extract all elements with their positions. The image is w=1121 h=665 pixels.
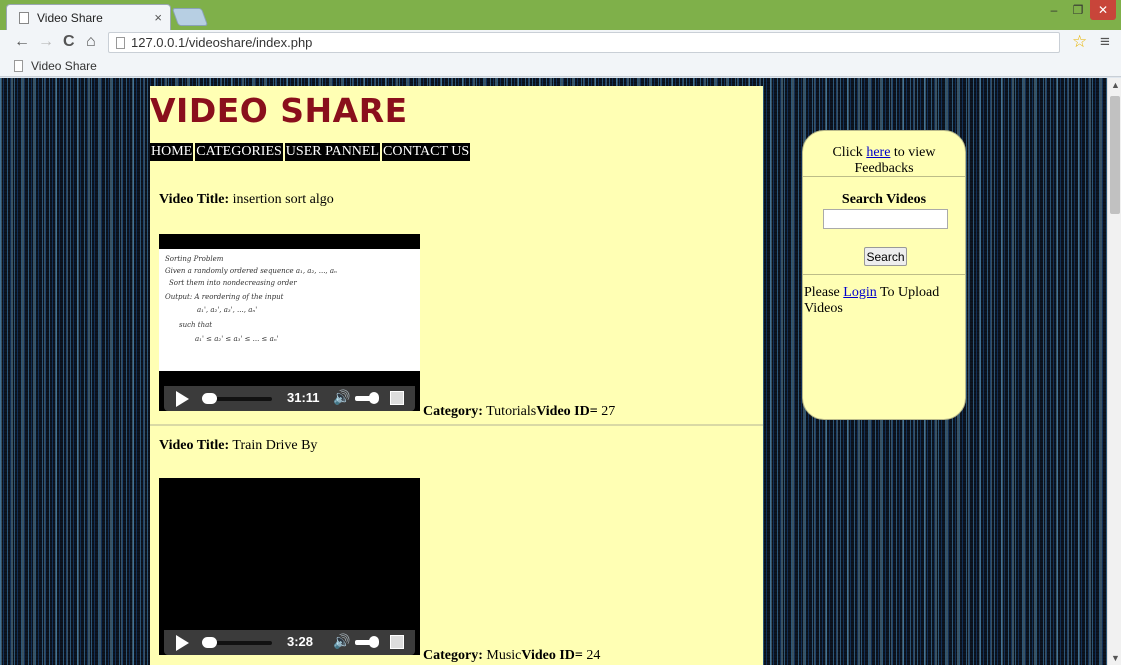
minimize-button[interactable]: – — [1042, 0, 1066, 20]
seek-handle[interactable] — [202, 393, 217, 404]
category-label: Category: — [423, 648, 483, 663]
frame-text-line: a₁' ≤ a₂' ≤ a₃' ≤ ... ≤ aₙ' — [195, 335, 279, 343]
frame-text-line: Sorting Problem — [165, 255, 224, 263]
main-content: VIDEO SHARE HOME CATEGORIES USER PANNEL … — [150, 86, 763, 665]
video-title: Video Title: Train Drive By — [159, 438, 763, 454]
feedback-line: Click here to view Feedbacks — [803, 145, 965, 177]
divider — [803, 274, 965, 275]
volume-handle[interactable] — [369, 636, 379, 648]
tab-close-icon[interactable]: × — [154, 10, 162, 25]
category-value: Music — [482, 648, 522, 663]
login-line: Please Login To Upload Videos — [804, 285, 966, 317]
video-meta: Category: TutorialsVideo ID= 27 — [423, 404, 615, 420]
forward-arrow-icon[interactable]: → — [38, 33, 54, 51]
video-meta: Category: MusicVideo ID= 24 — [423, 648, 600, 664]
volume-icon[interactable]: 🔊 — [333, 633, 350, 650]
scroll-up-icon[interactable]: ▲ — [1111, 80, 1120, 90]
vertical-scrollbar[interactable]: ▲ ▼ — [1107, 78, 1121, 665]
video-title-value: insertion sort algo — [229, 192, 334, 207]
scrollbar-thumb[interactable] — [1110, 96, 1120, 214]
page-icon — [14, 60, 23, 72]
login-text: Please — [804, 285, 844, 300]
fullscreen-icon[interactable] — [390, 635, 404, 649]
video-player[interactable]: 3:28 🔊 — [159, 478, 420, 655]
volume-icon[interactable]: 🔊 — [333, 389, 350, 406]
video-duration: 3:28 — [287, 634, 314, 649]
site-title: VIDEO SHARE — [150, 91, 408, 130]
video-id-value: 27 — [597, 404, 616, 419]
divider — [803, 176, 965, 177]
video-item: Video Title: Train Drive By — [159, 438, 763, 454]
video-id-value: 24 — [582, 648, 601, 663]
address-bar[interactable]: 127.0.0.1/videoshare/index.php — [108, 32, 1060, 53]
volume-handle[interactable] — [369, 392, 379, 404]
reload-icon[interactable]: C — [63, 33, 75, 51]
video-frame — [159, 493, 420, 615]
home-icon[interactable]: ⌂ — [86, 33, 96, 51]
fullscreen-icon[interactable] — [390, 391, 404, 405]
main-nav: HOME CATEGORIES USER PANNEL CONTACT US — [150, 143, 471, 161]
feedback-text: Click — [832, 145, 867, 160]
search-button[interactable]: Search — [864, 247, 907, 266]
nav-categories[interactable]: CATEGORIES — [195, 143, 283, 161]
bookmark-star-icon[interactable]: ☆ — [1072, 32, 1087, 52]
back-arrow-icon[interactable]: ← — [14, 33, 30, 51]
sidebar-panel: Click here to view Feedbacks Search Vide… — [802, 130, 966, 420]
video-title-value: Train Drive By — [229, 438, 318, 453]
page-viewport: VIDEO SHARE HOME CATEGORIES USER PANNEL … — [0, 78, 1107, 665]
nav-home[interactable]: HOME — [150, 143, 194, 161]
video-title-label: Video Title: — [159, 192, 230, 207]
new-tab-button[interactable] — [171, 8, 209, 26]
nav-user-pannel[interactable]: USER PANNEL — [284, 143, 381, 161]
maximize-button[interactable]: ❐ — [1066, 0, 1090, 20]
video-id-label: Video ID= — [536, 404, 598, 419]
video-player[interactable]: Sorting Problem Given a randomly ordered… — [159, 234, 420, 411]
menu-icon[interactable]: ≡ — [1100, 32, 1110, 52]
frame-text-line: a₁', a₂', a₃', ..., aₙ' — [197, 306, 258, 314]
video-title-label: Video Title: — [159, 438, 230, 453]
search-input[interactable] — [823, 209, 948, 229]
divider — [150, 424, 763, 426]
frame-text-line: Output: A reordering of the input — [165, 293, 284, 301]
bookmark-video-share[interactable]: Video Share — [31, 59, 97, 73]
frame-text-line: such that — [179, 321, 213, 329]
url-text[interactable]: 127.0.0.1/videoshare/index.php — [131, 35, 312, 50]
login-link[interactable]: Login — [843, 285, 876, 300]
bookmarks-bar: Video Share — [0, 55, 1121, 77]
scroll-down-icon[interactable]: ▼ — [1111, 653, 1120, 663]
browser-toolbar: ← → C ⌂ 127.0.0.1/videoshare/index.php ☆… — [0, 30, 1121, 55]
video-item: Video Title: insertion sort algo — [159, 192, 763, 208]
player-controls: 3:28 🔊 — [164, 630, 415, 655]
seek-handle[interactable] — [202, 637, 217, 648]
play-icon[interactable] — [176, 391, 189, 407]
video-frame: Sorting Problem Given a randomly ordered… — [159, 249, 420, 371]
feedback-link[interactable]: here — [866, 145, 890, 160]
page-icon — [116, 37, 125, 49]
tab-title: Video Share — [37, 11, 103, 25]
page-icon — [19, 12, 29, 24]
nav-contact-us[interactable]: CONTACT US — [382, 143, 471, 161]
close-window-button[interactable]: ✕ — [1090, 0, 1116, 20]
search-heading: Search Videos — [841, 192, 927, 207]
video-id-label: Video ID= — [521, 648, 583, 663]
window-titlebar: Video Share × – ❐ ✕ — [0, 0, 1121, 30]
tab-video-share[interactable]: Video Share × — [6, 4, 171, 30]
play-icon[interactable] — [176, 635, 189, 651]
video-duration: 31:11 — [287, 390, 320, 405]
category-value: Tutorials — [482, 404, 537, 419]
video-title: Video Title: insertion sort algo — [159, 192, 763, 208]
frame-text-line: Sort them into nondecreasing order — [169, 279, 297, 287]
player-controls: 31:11 🔊 — [164, 386, 415, 411]
category-label: Category: — [423, 404, 483, 419]
frame-text-line: Given a randomly ordered sequence a₁, a₂… — [165, 267, 337, 275]
